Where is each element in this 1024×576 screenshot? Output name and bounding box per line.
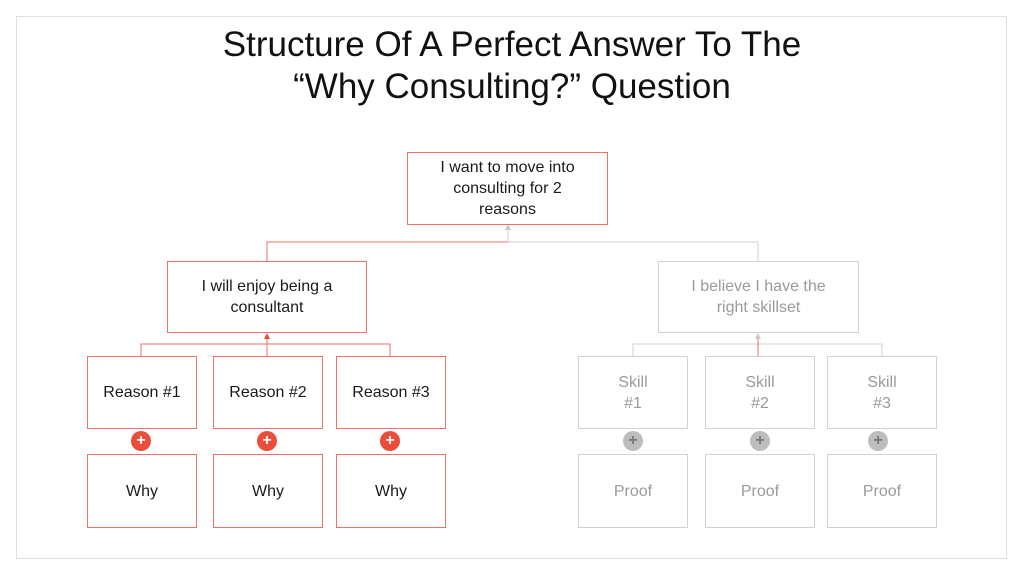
- arrow-right: [755, 333, 761, 339]
- arrow-left: [264, 333, 270, 339]
- plus-icon: +: [868, 431, 888, 451]
- skill-box-3: Skill #3: [827, 356, 937, 429]
- skill-box-2: Skill #2: [705, 356, 815, 429]
- branch-text: I believe I have the right skillset: [691, 278, 826, 316]
- connector-left-children: [140, 343, 391, 356]
- proof-label: Proof: [613, 482, 653, 500]
- branch-text: I will enjoy being a consultant: [201, 278, 333, 316]
- proof-box-3: Proof: [827, 454, 937, 528]
- why-box-1: Why: [87, 454, 197, 528]
- plus-icon: +: [380, 431, 400, 451]
- skill-label: Skill #2: [745, 373, 775, 412]
- root-text: I want to move into consulting for 2 rea…: [440, 159, 575, 218]
- reason-box-3: Reason #3: [336, 356, 446, 429]
- connector-root-left: [266, 241, 508, 262]
- plus-icon: +: [750, 431, 770, 451]
- proof-label: Proof: [862, 482, 902, 500]
- skill-label: Skill #3: [867, 373, 897, 412]
- plus-icon: +: [131, 431, 151, 451]
- branch-box-skillset: I believe I have the right skillset: [658, 261, 859, 333]
- proof-label: Proof: [740, 482, 780, 500]
- why-label: Why: [375, 482, 407, 500]
- root-box: I want to move into consulting for 2 rea…: [407, 152, 608, 225]
- why-box-2: Why: [213, 454, 323, 528]
- proof-box-2: Proof: [705, 454, 815, 528]
- why-label: Why: [252, 482, 284, 500]
- plus-icon: +: [257, 431, 277, 451]
- reason-label: Reason #3: [352, 384, 430, 401]
- skill-label: Skill #1: [618, 373, 648, 412]
- why-label: Why: [126, 482, 158, 500]
- skill-box-1: Skill #1: [578, 356, 688, 429]
- connector-root-right: [508, 241, 759, 262]
- why-box-3: Why: [336, 454, 446, 528]
- branch-box-enjoy: I will enjoy being a consultant: [167, 261, 367, 333]
- reason-label: Reason #2: [229, 384, 307, 401]
- plus-icon: +: [623, 431, 643, 451]
- reason-label: Reason #1: [103, 384, 181, 401]
- proof-box-1: Proof: [578, 454, 688, 528]
- reason-box-1: Reason #1: [87, 356, 197, 429]
- reason-box-2: Reason #2: [213, 356, 323, 429]
